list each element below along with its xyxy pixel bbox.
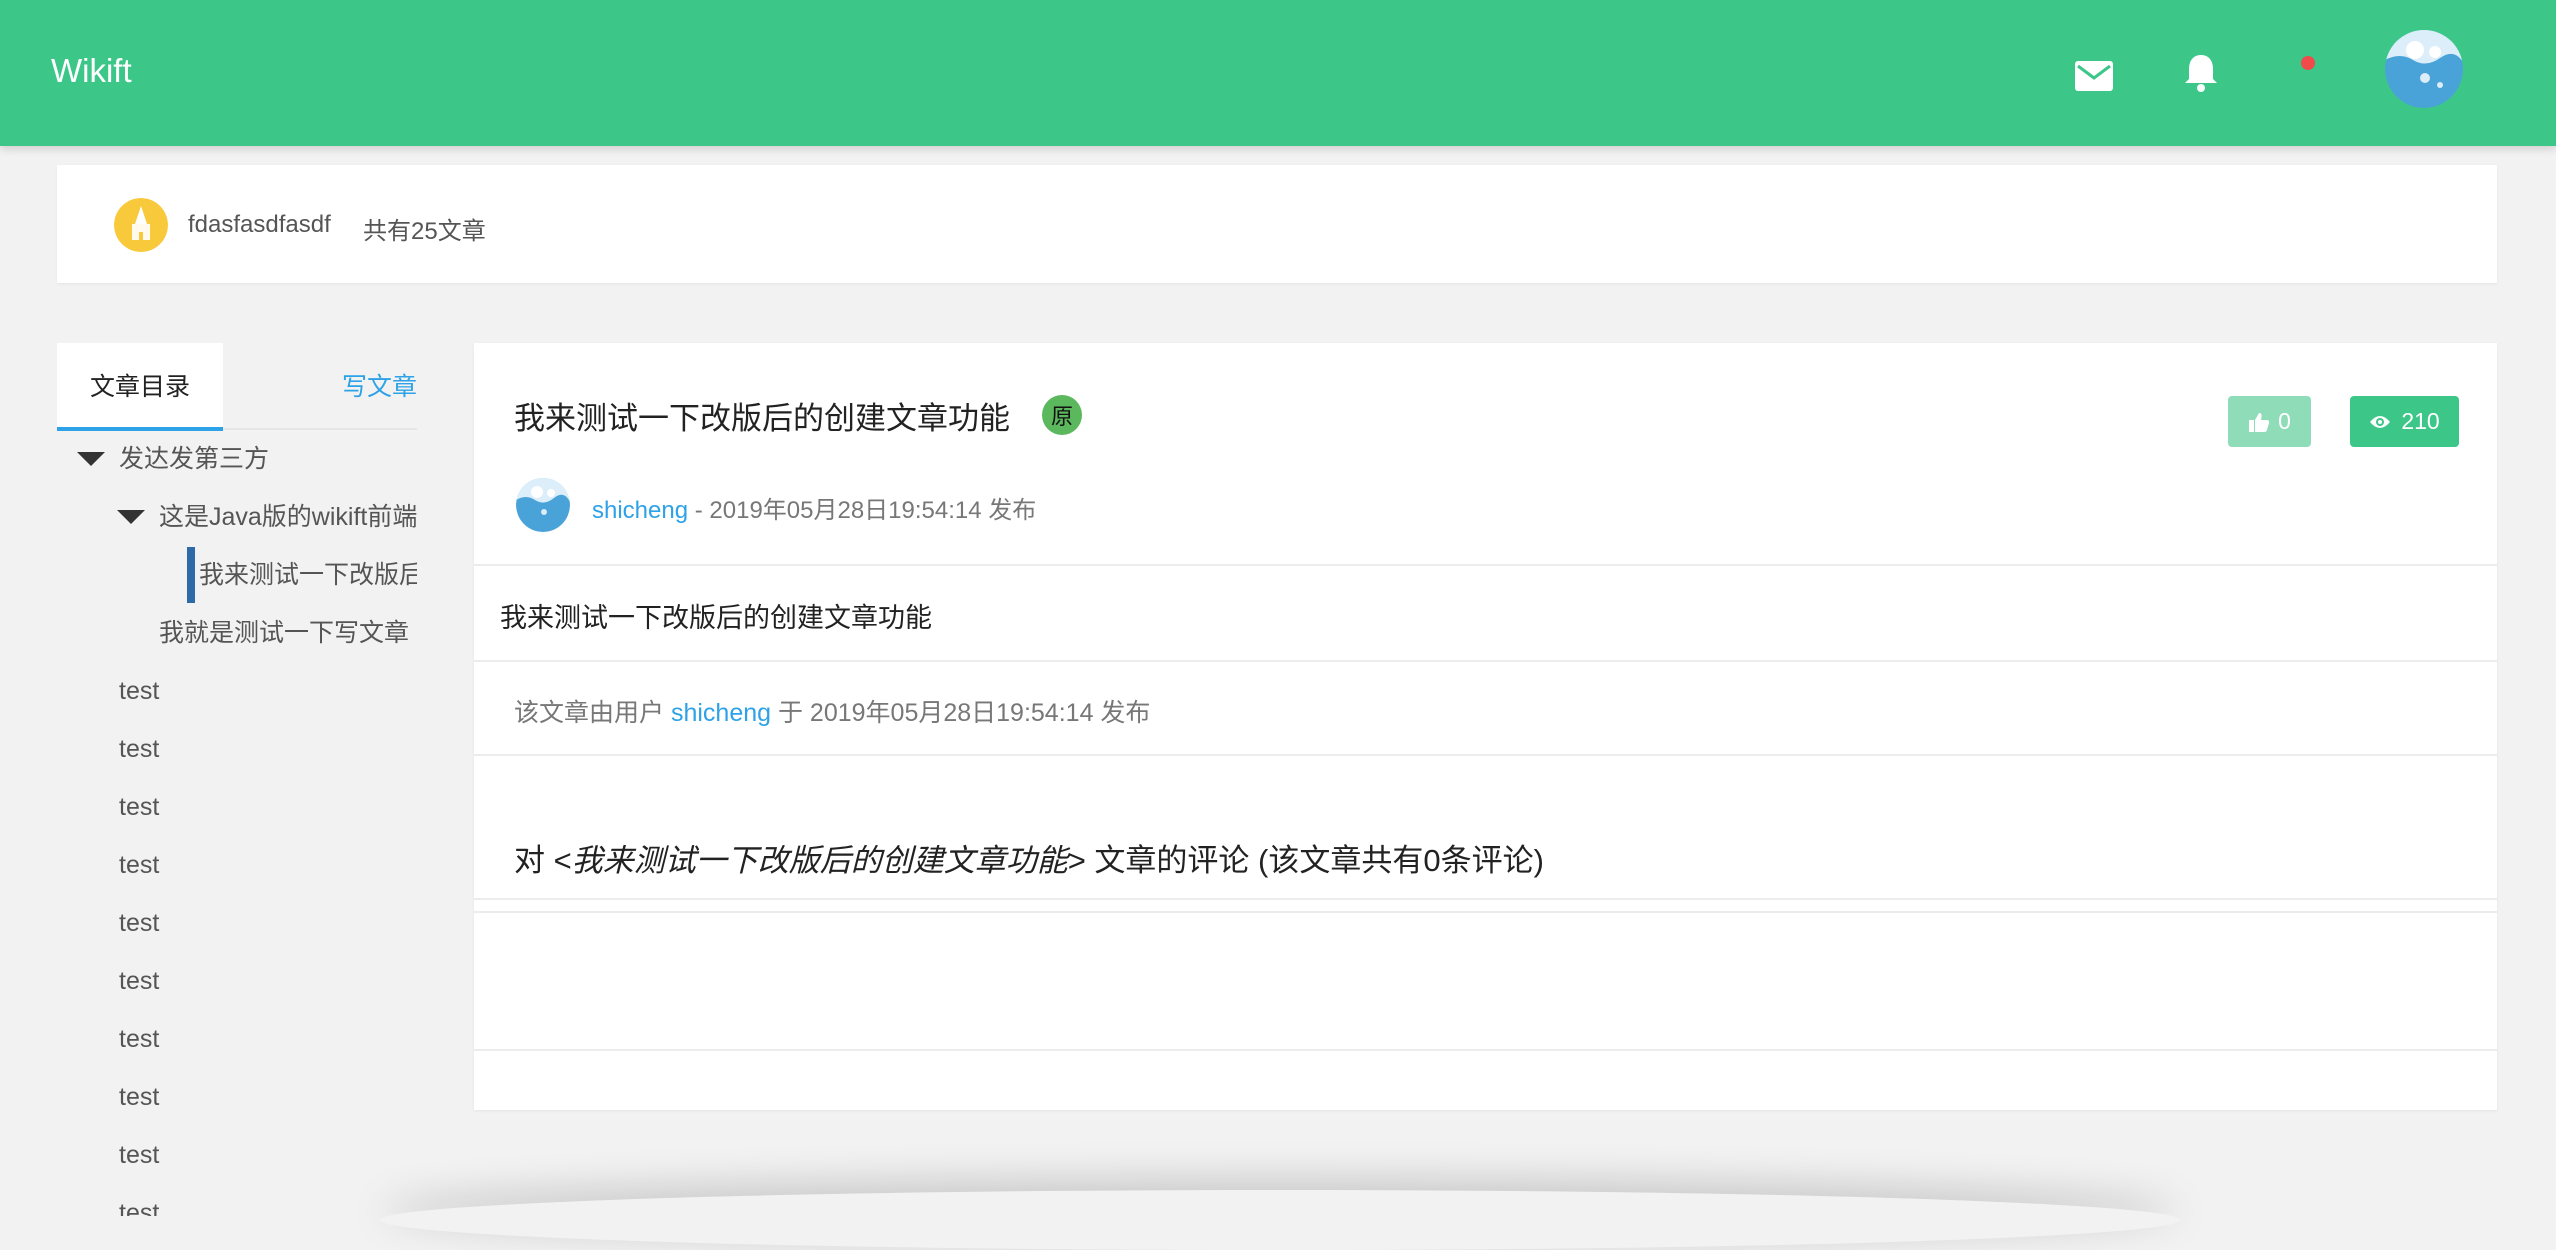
top-navbar: Wikift: [0, 0, 2556, 146]
footer-prefix: 该文章由用户: [514, 699, 671, 727]
tree-item[interactable]: test: [119, 961, 417, 1001]
tree-item[interactable]: 发达发第三方: [119, 439, 417, 479]
divider: [474, 754, 2497, 756]
comments-prefix: 对 <: [514, 843, 572, 878]
tree-item[interactable]: test: [119, 671, 417, 711]
tree-item[interactable]: test: [119, 1193, 417, 1216]
collapse-toggle-icon[interactable]: [77, 452, 105, 466]
article-author-link[interactable]: shicheng: [592, 497, 688, 524]
original-badge: 原: [1042, 395, 1082, 435]
tree-item[interactable]: 我就是测试一下写文章: [159, 613, 417, 653]
footer-author-link[interactable]: shicheng: [671, 699, 771, 727]
user-avatar[interactable]: [2385, 30, 2463, 108]
notification-dot: [2301, 56, 2315, 70]
comments-area-top: [474, 911, 2497, 913]
bell-icon[interactable]: [2180, 52, 2222, 94]
article-footer: 该文章由用户 shicheng 于 2019年05月28日19:54:14 发布: [514, 693, 1150, 729]
article-author-avatar[interactable]: [516, 478, 570, 532]
tree-item[interactable]: 我来测试一下改版后的创建文章功能: [199, 555, 417, 595]
view-count: 210: [2401, 408, 2440, 434]
author-avatar[interactable]: [114, 198, 168, 252]
views-button[interactable]: 210: [2350, 396, 2459, 447]
eye-icon: [2370, 415, 2391, 428]
comments-heading: 对 <我来测试一下改版后的创建文章功能> 文章的评论 (该文章共有0条评论): [514, 835, 1544, 880]
tree-item[interactable]: test: [119, 1135, 417, 1175]
divider: [474, 660, 2497, 662]
tree-item[interactable]: test: [119, 729, 417, 769]
tree-item[interactable]: test: [119, 903, 417, 943]
divider: [474, 898, 2497, 900]
article-card: 我来测试一下改版后的创建文章功能 原 0 210 shicheng - 2019…: [474, 343, 2497, 1110]
tree-item[interactable]: test: [119, 845, 417, 885]
author-card: fdasfasdfasdf 共有25文章: [57, 165, 2497, 283]
like-button[interactable]: 0: [2228, 396, 2311, 447]
article-body: 我来测试一下改版后的创建文章功能: [500, 603, 932, 633]
tree-item[interactable]: test: [119, 787, 417, 827]
comments-suffix: > 文章的评论 (该文章共有0条评论): [1067, 843, 1544, 878]
tab-article-catalog[interactable]: 文章目录: [57, 343, 223, 431]
thumbs-up-icon: [2249, 412, 2270, 432]
article-meta: shicheng - 2019年05月28日19:54:14 发布: [592, 490, 1036, 525]
tree-item[interactable]: 这是Java版的wikift前端: [159, 497, 417, 537]
author-name[interactable]: fdasfasdfasdf: [188, 211, 331, 239]
tab-divider: [223, 428, 417, 430]
footer-date: 于 2019年05月28日19:54:14 发布: [771, 699, 1151, 727]
article-count: 共有25文章: [363, 218, 486, 245]
divider: [474, 564, 2497, 566]
article-date: - 2019年05月28日19:54:14 发布: [688, 497, 1037, 524]
like-count: 0: [2278, 408, 2291, 434]
article-sidebar: 文章目录 写文章 发达发第三方这是Java版的wikift前端我来测试一下改版后…: [57, 343, 417, 1216]
mail-icon[interactable]: [2073, 56, 2115, 98]
comments-area-bottom: [474, 1049, 2497, 1051]
tree-item[interactable]: test: [119, 1019, 417, 1059]
collapse-toggle-icon[interactable]: [117, 510, 145, 524]
brand-logo[interactable]: Wikift: [51, 52, 132, 90]
write-article-link[interactable]: 写文章: [342, 367, 417, 403]
comments-article-title: 我来测试一下改版后的创建文章功能: [571, 843, 1068, 878]
active-item-indicator: [187, 547, 195, 603]
page-bottom-shadow: [380, 1190, 2180, 1250]
tree-item[interactable]: test: [119, 1077, 417, 1117]
article-title: 我来测试一下改版后的创建文章功能: [514, 401, 1010, 436]
